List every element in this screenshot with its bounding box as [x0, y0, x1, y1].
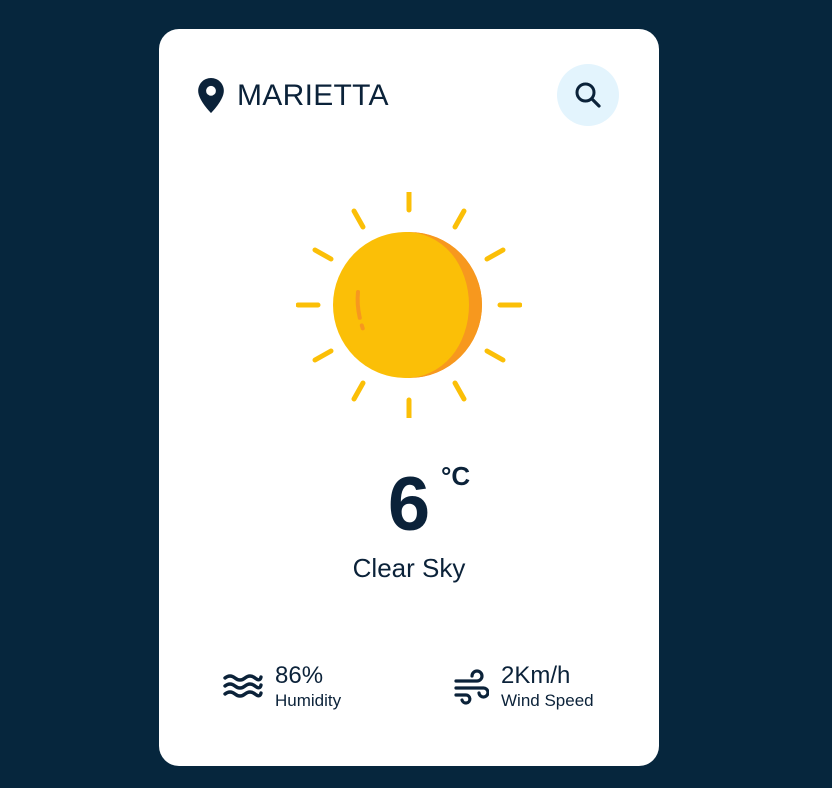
temperature-display: 6 °C [159, 461, 659, 547]
humidity-stat: 86% Humidity [223, 662, 341, 712]
weather-icon [296, 192, 522, 418]
search-button[interactable] [557, 64, 619, 126]
city-name: MARIETTA [237, 78, 389, 112]
temperature-value: 6 [387, 462, 431, 547]
temperature-unit: °C [440, 461, 471, 491]
wind-stat: 2Km/h Wind Speed [453, 662, 594, 712]
wind-icon [454, 669, 489, 705]
map-pin-icon [198, 78, 224, 113]
weather-card: MARIETTA 6 °C Clear Sky 86% Humidity 2Km… [159, 29, 659, 766]
wind-label: Wind Speed [501, 691, 594, 710]
location-header: MARIETTA [197, 78, 389, 113]
humidity-value: 86% [275, 662, 324, 689]
humidity-label: Humidity [275, 691, 342, 710]
search-icon [575, 82, 601, 108]
wind-value: 2Km/h [501, 662, 571, 689]
sun-icon [296, 192, 522, 418]
humidity-waves-icon [223, 674, 263, 698]
weather-description: Clear Sky [352, 553, 466, 583]
